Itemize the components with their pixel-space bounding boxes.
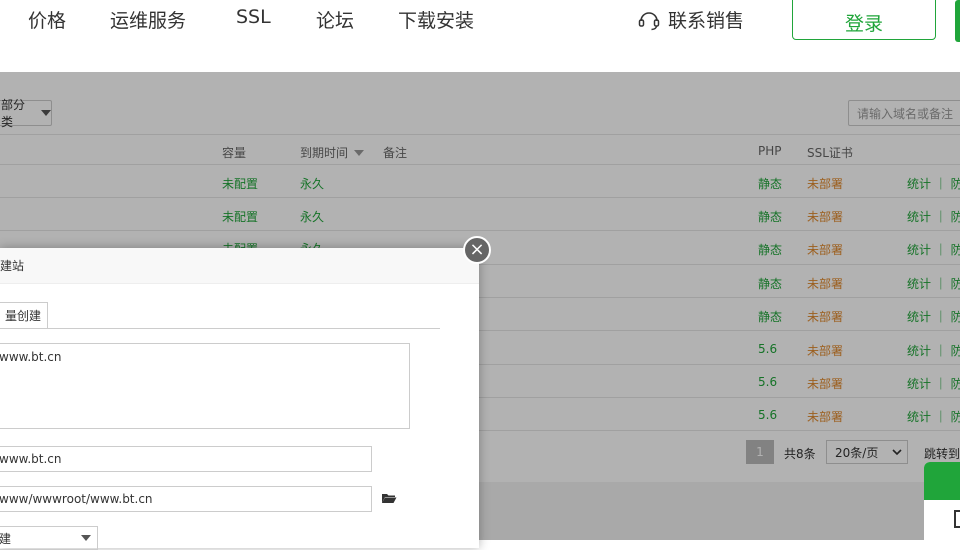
floating-widget-header[interactable]: [924, 462, 960, 500]
bracket-icon: [954, 510, 960, 528]
domains-textarea[interactable]: www.bt.cn: [0, 343, 410, 429]
contact-sales-link[interactable]: 联系销售: [636, 6, 744, 33]
nav-item-price[interactable]: 价格: [28, 6, 66, 33]
ftp-select-value: 建: [0, 531, 12, 546]
top-nav: 价格 运维服务 SSL 论坛 下载安装 联系销售 登录: [0, 0, 960, 72]
login-button[interactable]: 登录: [792, 0, 936, 40]
chevron-down-icon: [81, 535, 91, 541]
nav-item-ssl[interactable]: SSL: [236, 6, 271, 28]
close-icon[interactable]: ×: [463, 236, 491, 264]
nav-item-forum[interactable]: 论坛: [316, 6, 354, 33]
tab-divider: [0, 328, 440, 329]
root-path-field[interactable]: www/wwwroot/www.bt.cn: [0, 486, 372, 512]
floating-service-widget[interactable]: [924, 462, 960, 542]
edge-green-button[interactable]: [955, 0, 960, 42]
folder-open-icon[interactable]: [381, 492, 397, 504]
remark-field[interactable]: www.bt.cn: [0, 446, 372, 472]
nav-item-ops-service[interactable]: 运维服务: [110, 6, 186, 33]
ftp-select[interactable]: 建: [0, 526, 98, 550]
tab-batch-create[interactable]: 量创建: [0, 302, 48, 328]
dialog-title: 建站: [0, 259, 25, 273]
dialog-header: 建站: [0, 248, 479, 284]
contact-sales-label: 联系销售: [668, 10, 745, 32]
headset-icon: [638, 11, 660, 30]
nav-item-download[interactable]: 下载安装: [398, 6, 474, 33]
